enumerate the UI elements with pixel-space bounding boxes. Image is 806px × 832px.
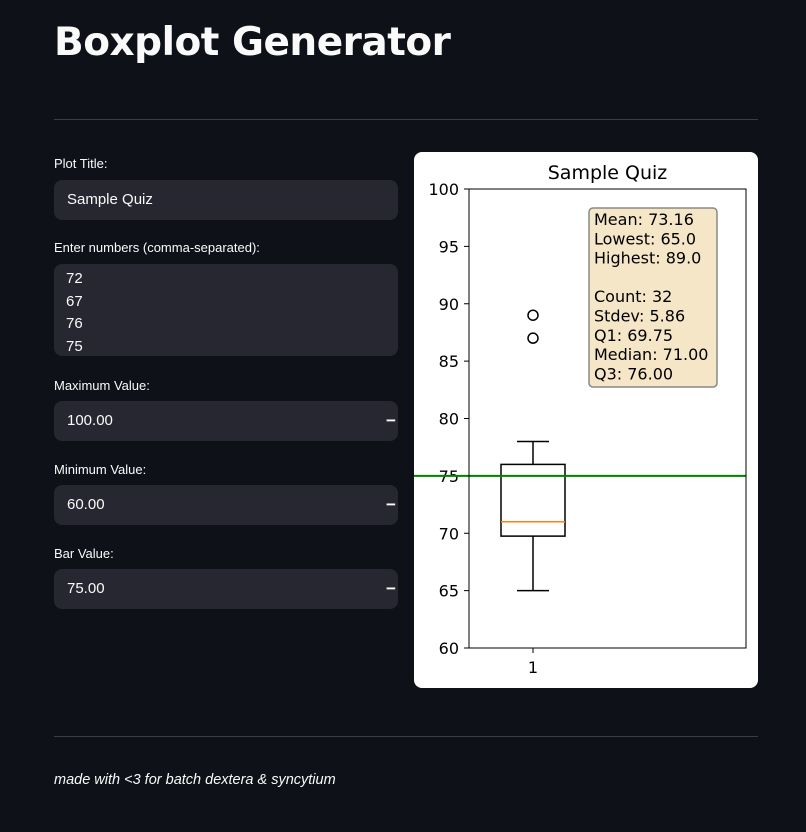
page-title: Boxplot Generator <box>54 20 451 65</box>
boxplot-chart: Sample Quiz60657075808590951001Mean: 73.… <box>414 162 747 677</box>
max-value-text[interactable]: 100.00 <box>67 401 113 441</box>
y-tick-label: 60 <box>439 639 459 658</box>
stats-line: Count: 32 <box>594 287 672 306</box>
outlier-point <box>527 309 539 321</box>
max-decrement-button[interactable]: − <box>379 409 403 433</box>
y-tick-label: 85 <box>439 352 459 371</box>
bar-value-text[interactable]: 75.00 <box>67 569 105 609</box>
stats-line: Highest: 89.0 <box>594 249 701 268</box>
numbers-label: Enter numbers (comma-separated): <box>54 240 260 255</box>
y-tick-label: 100 <box>428 180 459 199</box>
y-tick-label: 95 <box>439 237 459 256</box>
stats-line: Mean: 73.16 <box>594 210 694 229</box>
y-tick-label: 70 <box>439 524 459 543</box>
numbers-line: 76 <box>66 315 83 332</box>
numbers-line: 67 <box>66 292 83 310</box>
stats-line: Lowest: 65.0 <box>594 229 696 248</box>
bottom-divider <box>54 736 758 737</box>
numbers-textarea[interactable]: 72 67 76 75 <box>54 264 398 356</box>
outlier-point <box>527 332 539 344</box>
plot-title-input[interactable]: Sample Quiz <box>54 180 398 220</box>
boxplot-chart-card: Sample Quiz 60 65 70 75 80 85 90 95 100 1 Mean: 73.… <box>414 152 758 688</box>
min-value-text[interactable]: 60.00 <box>67 485 105 525</box>
stats-line: Median: 71.00 <box>594 345 708 364</box>
y-tick-label: 90 <box>439 295 459 314</box>
bar-value-input[interactable]: 75.00 − + <box>54 569 428 609</box>
y-tick-label: 65 <box>439 582 459 601</box>
max-value-input[interactable]: 100.00 − + <box>54 401 428 441</box>
plot-title-label: Plot Title: <box>54 156 108 171</box>
numbers-line: 72 <box>66 270 83 287</box>
numbers-line: 75 <box>66 337 83 355</box>
min-decrement-button[interactable]: − <box>379 493 403 517</box>
min-value-label: Minimum Value: <box>54 462 147 477</box>
footer-credit: made with <3 for batch dextera & syncyti… <box>54 772 336 788</box>
bar-value-label: Bar Value: <box>54 546 114 561</box>
stats-line: Q1: 69.75 <box>594 326 673 345</box>
stats-line: Q3: 76.00 <box>594 364 673 383</box>
y-tick-label: 80 <box>439 410 459 429</box>
x-tick-label: 1 <box>528 658 538 677</box>
min-value-input[interactable]: 60.00 − + <box>54 485 428 525</box>
stats-line: Stdev: 5.86 <box>594 307 685 326</box>
bar-decrement-button[interactable]: − <box>379 577 403 601</box>
max-value-label: Maximum Value: <box>54 378 150 393</box>
chart-title: Sample Quiz <box>548 162 668 184</box>
top-divider <box>54 119 758 120</box>
